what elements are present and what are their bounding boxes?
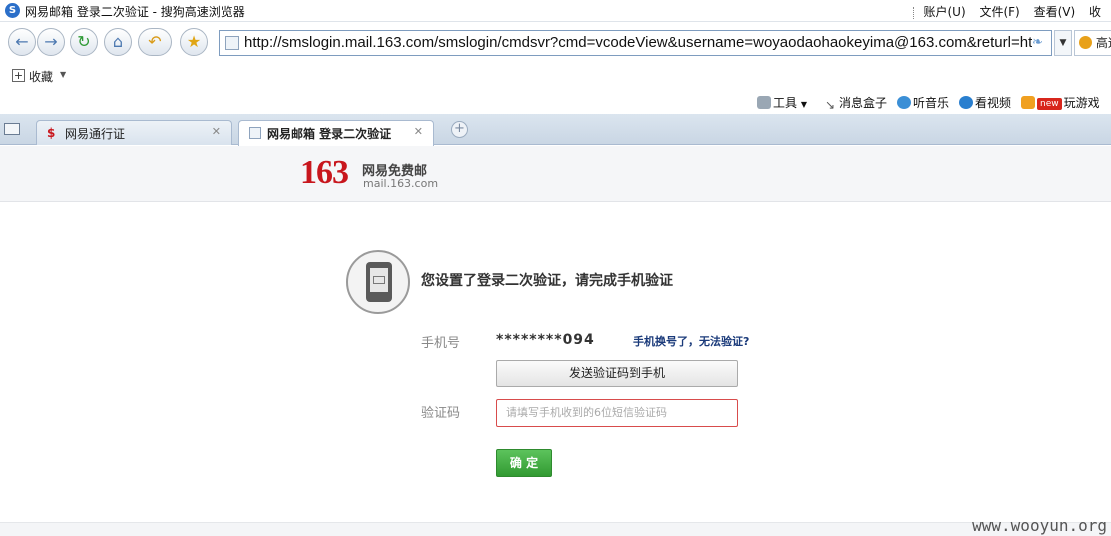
music-label: 听音乐 [913, 96, 950, 110]
caret-down-icon: ▼ [800, 100, 807, 109]
close-icon[interactable]: ✕ [212, 125, 221, 138]
page-header: 163 网易免费邮 mail.163.com [0, 146, 1111, 202]
title-bar: S 网易邮箱 登录二次验证 - 搜狗高速浏览器 账户(U) 文件(F) 查看(V… [0, 0, 1111, 22]
tools-menu[interactable]: 工具 ▼ [757, 94, 807, 111]
caret-down-icon[interactable]: ▼ [60, 70, 66, 79]
chevron-down-icon: ▼ [1059, 38, 1067, 48]
mobile-phone-icon [366, 262, 392, 302]
search-engine-label: 高速 [1095, 36, 1111, 50]
forward-arrow-icon: → [44, 32, 58, 51]
navigation-bar: ← → ↻ ⌂ ↶ ★ http://smslogin.mail.163.com… [0, 22, 1111, 62]
menu-account[interactable]: 账户(U) [923, 5, 965, 19]
message-icon: ↘ [825, 98, 836, 112]
menu-favorites[interactable]: 收 [1089, 5, 1101, 19]
phone-screen [370, 268, 388, 292]
page-icon [249, 127, 261, 139]
music-button[interactable]: 听音乐 [897, 94, 949, 111]
brand-domain: mail.163.com [363, 177, 439, 190]
message-box-button[interactable]: ↘ 消息盒子 [825, 94, 888, 112]
message-box-label: 消息盒子 [839, 96, 888, 110]
close-icon[interactable]: ✕ [414, 125, 423, 138]
headphones-icon [897, 96, 911, 109]
phone-changed-link[interactable]: 手机换号了，无法验证? [633, 333, 749, 349]
menu-bar: 账户(U) 文件(F) 查看(V) 收 [909, 3, 1111, 20]
code-label: 验证码 [421, 406, 461, 421]
address-bar[interactable]: http://smslogin.mail.163.com/smslogin/cm… [219, 30, 1052, 56]
add-favorite-icon[interactable]: + [12, 69, 25, 82]
game-face-icon [1021, 96, 1035, 109]
games-button[interactable]: new 玩游戏 [1021, 94, 1100, 111]
send-code-button[interactable]: 发送验证码到手机 [496, 360, 738, 387]
tools-label: 工具 [773, 96, 798, 110]
video-label: 看视频 [975, 96, 1012, 110]
undo-close-button[interactable]: ↶ [138, 28, 172, 56]
sogou-browser-icon: S [5, 3, 20, 18]
film-reel-icon [959, 96, 973, 109]
refresh-icon: ↻ [77, 32, 91, 51]
menu-view[interactable]: 查看(V) [1034, 5, 1076, 19]
home-icon: ⌂ [112, 32, 124, 51]
search-box[interactable]: 高速 [1074, 30, 1111, 56]
masked-phone-number: ********094 [496, 332, 595, 348]
brand-logo-number[interactable]: 163 [300, 154, 349, 192]
games-label: 玩游戏 [1063, 96, 1100, 110]
star-icon: ★ [186, 32, 202, 51]
window-title: 网易邮箱 登录二次验证 - 搜狗高速浏览器 [25, 5, 245, 19]
tools-bar: 工具 ▼ ↘ 消息盒子 听音乐 看视频 new 玩游戏 [0, 88, 1111, 114]
url-text[interactable]: http://smslogin.mail.163.com/smslogin/cm… [244, 34, 1032, 51]
tab-mail-verification[interactable]: 网易邮箱 登录二次验证 ✕ [238, 120, 434, 146]
verification-code-input[interactable]: 请填写手机收到的6位短信验证码 [496, 399, 738, 427]
toolbox-icon [757, 96, 771, 109]
back-button[interactable]: ← [8, 28, 36, 56]
netease-icon: $ [47, 126, 56, 140]
menu-file[interactable]: 文件(F) [979, 5, 1019, 19]
watermark: www.wooyun.org [972, 516, 1107, 535]
verification-heading: 您设置了登录二次验证，请完成手机验证 [421, 273, 673, 289]
home-button[interactable]: ⌂ [104, 28, 132, 56]
leaf-icon[interactable]: ❧ [1032, 35, 1048, 51]
confirm-button[interactable]: 确 定 [496, 449, 552, 477]
envelope-icon [373, 276, 385, 284]
search-engine-icon [1079, 36, 1092, 49]
phone-illustration [346, 250, 410, 314]
favorite-star-button[interactable]: ★ [180, 28, 208, 56]
footer-bar [0, 522, 1111, 536]
tab-label: 网易邮箱 登录二次验证 [267, 127, 392, 141]
plus-icon: + [454, 121, 465, 136]
new-badge: new [1037, 98, 1062, 110]
favorites-bar: + 收藏 ▼ [0, 62, 1111, 88]
tab-label: 网易通行证 [65, 127, 126, 141]
menu-separator [912, 6, 914, 19]
phone-label: 手机号 [421, 336, 461, 351]
video-button[interactable]: 看视频 [959, 94, 1011, 111]
undo-icon: ↶ [148, 32, 162, 51]
forward-button[interactable]: → [37, 28, 65, 56]
address-dropdown-button[interactable]: ▼ [1054, 30, 1072, 56]
new-tab-button[interactable]: + [451, 121, 468, 138]
tab-netease-passport[interactable]: $ 网易通行证 ✕ [36, 120, 232, 145]
favorites-button[interactable]: 收藏 [29, 68, 53, 85]
page-icon [225, 36, 239, 50]
sidebar-toggle-icon[interactable] [4, 123, 20, 135]
back-arrow-icon: ← [15, 32, 29, 51]
refresh-button[interactable]: ↻ [70, 28, 98, 56]
